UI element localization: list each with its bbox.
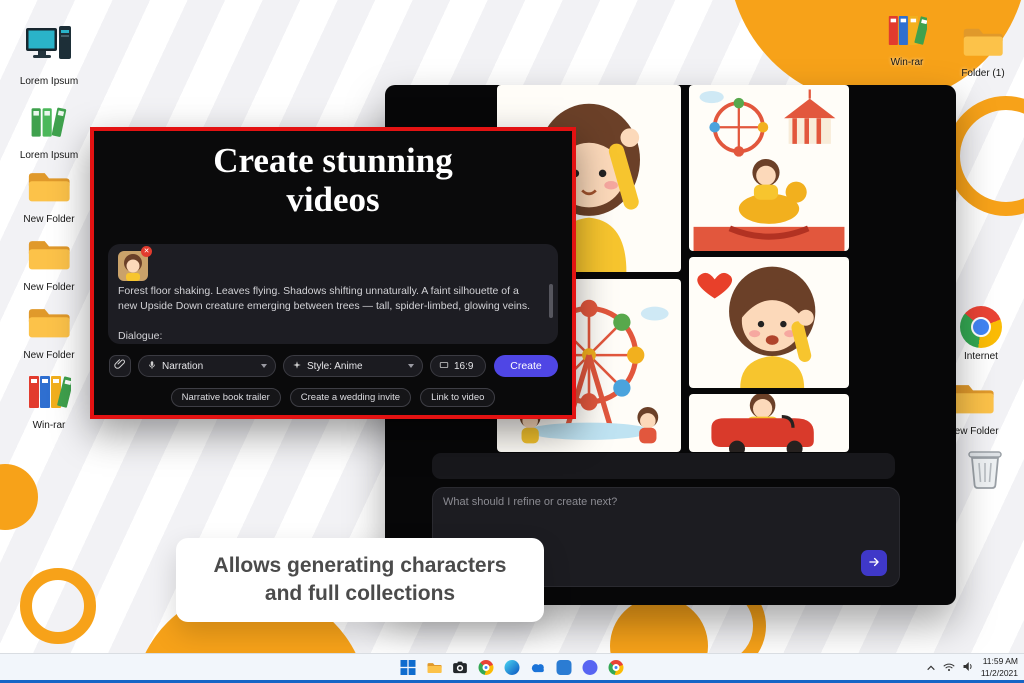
prompt-controls: Narration Style: Anime 16:9 Create [94, 355, 572, 377]
desktop-icon-label: New Folder [23, 350, 75, 361]
winrar-icon [27, 372, 74, 417]
winrar-icon [887, 12, 930, 54]
paperclip-icon [114, 357, 126, 375]
clock[interactable]: 11:59 AM 11/2/2021 [981, 656, 1018, 678]
folder-icon [26, 236, 72, 279]
mic-icon [147, 360, 157, 373]
desktop-icon-label: Win-rar [32, 420, 66, 431]
desktop-icon-folder-top-right[interactable]: Folder (1) [948, 24, 1018, 80]
system-tray: 11:59 AM 11/2/2021 [926, 654, 1018, 681]
desktop-icon-label: Lorem Ipsum [19, 150, 79, 161]
style-label: Style: Anime [307, 360, 363, 372]
chrome-icon[interactable] [478, 659, 495, 676]
clock-date: 11/2/2021 [980, 667, 1018, 678]
discord-icon[interactable] [582, 659, 599, 676]
desktop-icon-label: New Folder [23, 214, 75, 225]
desktop-icon-winrar-2[interactable]: Win-rar [872, 12, 942, 69]
desktop-icon-internet[interactable]: Internet [946, 306, 1016, 363]
desktop-icon-winrar[interactable]: Win-rar [14, 372, 84, 432]
generated-image-bumper-car[interactable] [689, 394, 849, 452]
tray-chevron-up-icon[interactable] [926, 659, 936, 677]
decor-ring-left [20, 568, 96, 644]
decor-circle-left [0, 464, 38, 530]
desktop-icon-folder-2[interactable]: New Folder [14, 236, 84, 294]
folder-icon [26, 168, 72, 211]
desktop-icon-label: Lorem Ipsum [19, 76, 79, 87]
aspect-ratio-dropdown[interactable]: 16:9 [430, 355, 486, 377]
clock-time: 11:59 AM [982, 656, 1018, 667]
chrome-icon [960, 306, 1002, 348]
chip-create-wedding-invite[interactable]: Create a wedding invite [289, 388, 412, 407]
chevron-down-icon [408, 364, 414, 368]
tooltip-text: Allows generating characters and full co… [213, 553, 507, 605]
file-explorer-icon[interactable] [426, 659, 443, 676]
start-button[interactable] [400, 659, 417, 676]
volume-icon[interactable] [962, 659, 974, 677]
frame-icon [439, 360, 449, 373]
desktop: Lorem Ipsum Lorem Ipsum New Folder New F… [0, 0, 1024, 683]
aspect-ratio-label: 16:9 [454, 360, 474, 372]
folder-icon [961, 24, 1005, 65]
prompt-scrollbar[interactable] [549, 284, 553, 318]
taskbar: 11:59 AM 11/2/2021 [0, 653, 1024, 683]
create-button[interactable]: Create [494, 355, 558, 377]
taskbar-center [400, 654, 625, 681]
decor-ring-right [946, 96, 1024, 216]
desktop-icon-folder-1[interactable]: New Folder [14, 168, 84, 226]
sparkle-icon [292, 360, 302, 373]
chip-link-to-video[interactable]: Link to video [420, 388, 496, 407]
chip-narrative-book-trailer[interactable]: Narrative book trailer [170, 388, 281, 407]
edge-icon[interactable] [504, 659, 521, 676]
narration-label: Narration [162, 360, 204, 372]
store-icon[interactable] [556, 659, 573, 676]
attach-button[interactable] [109, 355, 131, 377]
prompt-dialogue-label: Dialogue: [118, 330, 163, 342]
onedrive-icon[interactable] [530, 659, 547, 676]
desktop-icon-label: Folder (1) [961, 68, 1005, 79]
generated-image-girl-heart[interactable] [689, 257, 849, 388]
generated-image-carnival[interactable] [689, 85, 849, 251]
network-icon[interactable] [943, 659, 955, 677]
style-dropdown[interactable]: Style: Anime [283, 355, 423, 377]
recycle-bin-icon [965, 446, 1005, 495]
desktop-icon-folder-3[interactable]: New Folder [14, 304, 84, 362]
folder-icon [950, 380, 996, 423]
narration-dropdown[interactable]: Narration [138, 355, 276, 377]
desktop-icon-label: Internet [964, 351, 998, 362]
create-video-popup: Create stunning videos ✕ Forest floor sh… [90, 127, 576, 419]
previous-message-partial [432, 453, 895, 479]
desktop-icon-label: Win-rar [890, 57, 924, 68]
arrow-right-icon [867, 555, 881, 572]
suggestion-chips: Narrative book trailer Create a wedding … [94, 388, 572, 407]
computer-icon [25, 24, 73, 73]
send-button[interactable] [861, 550, 887, 576]
desktop-icon-computer[interactable]: Lorem Ipsum [14, 24, 84, 88]
browser-icon[interactable] [608, 659, 625, 676]
camera-icon[interactable] [452, 659, 469, 676]
prompt-text: Forest floor shaking. Leaves flying. Sha… [118, 285, 531, 313]
folder-icon [26, 304, 72, 347]
annotation-tooltip: Allows generating characters and full co… [176, 538, 544, 622]
popup-title: Create stunning videos [213, 141, 453, 220]
desktop-icon-recycle-bin[interactable] [950, 446, 1020, 495]
desktop-icon-books[interactable]: Lorem Ipsum [14, 102, 84, 162]
desktop-icon-label: New Folder [23, 282, 75, 293]
remove-attachment-icon[interactable]: ✕ [141, 246, 152, 257]
books-icon [27, 102, 71, 147]
chevron-down-icon [261, 364, 267, 368]
prompt-box[interactable]: ✕ Forest floor shaking. Leaves flying. S… [108, 244, 558, 344]
